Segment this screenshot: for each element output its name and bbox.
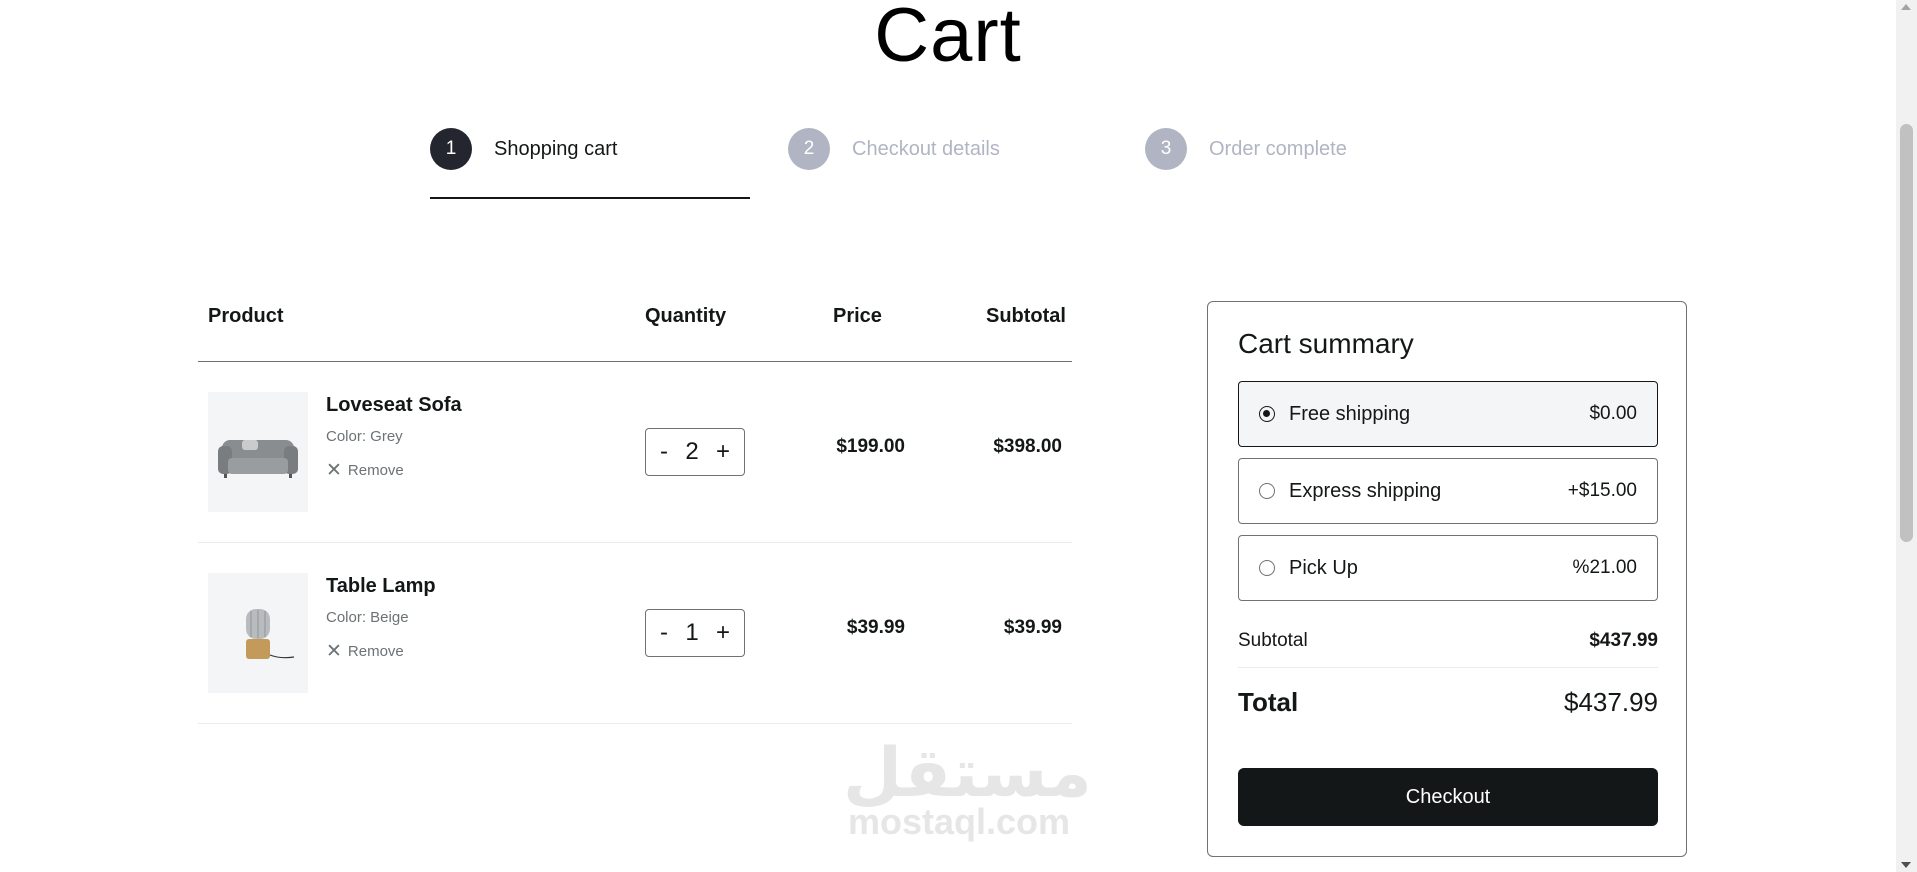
watermark-latin: mostaql.com: [847, 801, 1071, 842]
subtotal-value: $437.99: [1589, 630, 1658, 651]
product-color: Color: Beige: [326, 609, 409, 626]
product-price: $39.99: [846, 617, 905, 638]
quantity-value: 1: [685, 619, 699, 646]
option-label: Free shipping: [1289, 402, 1411, 425]
summary-subtotal-row: Subtotal $437.99: [1238, 630, 1658, 652]
page-title: Cart: [874, 0, 1022, 78]
header-price: Price: [833, 305, 882, 327]
increase-button[interactable]: +: [716, 619, 730, 647]
decrease-button[interactable]: -: [660, 438, 668, 466]
watermark-arabic: مستقل: [843, 734, 1092, 813]
product-color: Color: Grey: [326, 428, 403, 445]
cart-summary: Cart summary Free shipping $0.00 Express…: [1207, 301, 1687, 857]
option-label: Pick Up: [1289, 556, 1358, 579]
total-label: Total: [1238, 687, 1299, 717]
summary-title: Cart summary: [1238, 328, 1414, 359]
scroll-down-arrow-icon[interactable]: [1901, 862, 1911, 868]
increase-button[interactable]: +: [716, 438, 730, 466]
remove-label: Remove: [347, 462, 404, 479]
radio-icon[interactable]: [1259, 560, 1275, 576]
close-icon: ✕: [326, 641, 342, 662]
shipping-option-express[interactable]: Express shipping +$15.00: [1238, 458, 1658, 524]
decrease-button[interactable]: -: [660, 619, 668, 647]
header-quantity: Quantity: [645, 305, 727, 327]
close-icon: ✕: [326, 460, 342, 481]
table-header-divider: [198, 361, 1072, 362]
step-label: Shopping cart: [494, 137, 618, 160]
row-divider: [198, 542, 1072, 543]
step-label: Checkout details: [852, 137, 1000, 160]
remove-button[interactable]: ✕ Remove: [326, 461, 404, 480]
product-subtotal: $39.99: [1003, 617, 1062, 638]
option-label: Express shipping: [1289, 479, 1442, 502]
step-number: 1: [430, 128, 472, 170]
product-image-lamp[interactable]: [208, 573, 308, 693]
summary-divider: [1238, 667, 1658, 668]
sofa-image: [218, 440, 298, 478]
step-shopping-cart[interactable]: 1 Shopping cart: [430, 128, 617, 170]
header-product: Product: [208, 305, 284, 327]
total-value: $437.99: [1564, 687, 1658, 717]
active-step-underline: [430, 197, 750, 199]
lamp-image: [246, 609, 295, 659]
product-name[interactable]: Loveseat Sofa: [326, 394, 462, 417]
option-price: +$15.00: [1567, 480, 1637, 501]
radio-icon[interactable]: [1259, 406, 1275, 422]
quantity-value: 2: [685, 438, 699, 465]
product-price: $199.00: [836, 436, 905, 457]
step-number: 2: [788, 128, 830, 170]
scroll-up-arrow-icon[interactable]: [1901, 4, 1911, 10]
remove-label: Remove: [347, 643, 404, 660]
shipping-option-free[interactable]: Free shipping $0.00: [1238, 381, 1658, 447]
header-subtotal: Subtotal: [986, 305, 1066, 327]
summary-total-row: Total $437.99: [1238, 687, 1658, 718]
radio-icon[interactable]: [1259, 483, 1275, 499]
step-checkout-details[interactable]: 2 Checkout details: [788, 128, 1000, 170]
product-subtotal: $398.00: [993, 436, 1062, 457]
remove-button[interactable]: ✕ Remove: [326, 642, 404, 661]
product-name[interactable]: Table Lamp: [326, 575, 436, 598]
option-price: %21.00: [1572, 557, 1637, 578]
vertical-scrollbar[interactable]: [1896, 0, 1917, 872]
subtotal-label: Subtotal: [1238, 630, 1308, 651]
row-divider: [198, 723, 1072, 724]
step-label: Order complete: [1209, 137, 1347, 160]
step-number: 3: [1145, 128, 1187, 170]
shipping-option-pickup[interactable]: Pick Up %21.00: [1238, 535, 1658, 601]
step-order-complete[interactable]: 3 Order complete: [1145, 128, 1347, 170]
product-image-sofa[interactable]: [208, 392, 308, 512]
checkout-button[interactable]: Checkout: [1238, 768, 1658, 826]
quantity-stepper[interactable]: - 1 +: [645, 609, 745, 657]
quantity-stepper[interactable]: - 2 +: [645, 428, 745, 476]
scrollbar-thumb[interactable]: [1900, 124, 1913, 542]
watermark-logo: مستقل mostaql.com: [843, 734, 1092, 842]
option-price: $0.00: [1589, 403, 1637, 424]
